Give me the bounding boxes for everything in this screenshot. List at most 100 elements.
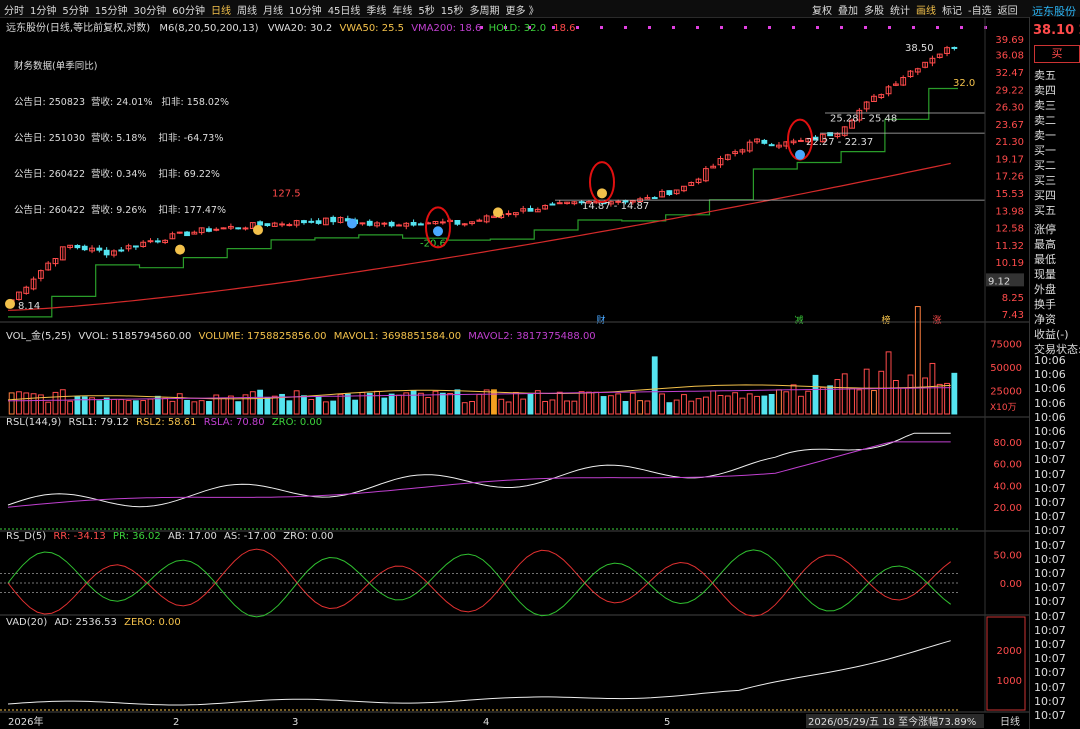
period-tab[interactable]: 30分钟 <box>133 6 166 17</box>
period-tab[interactable]: 15秒 <box>441 6 464 17</box>
tool-button[interactable]: 统计 <box>890 6 910 17</box>
time-entry: 10:07 <box>1034 567 1066 580</box>
period-tab[interactable]: 10分钟 <box>289 6 322 17</box>
period-tab[interactable]: 多周期 <box>470 6 500 17</box>
rsl-tick: 20.00 <box>993 503 1022 514</box>
period-tab[interactable]: 1分钟 <box>30 6 56 17</box>
footer-right-label: 日线 <box>1000 715 1020 728</box>
volume-bar <box>96 400 103 415</box>
volume-bar <box>659 393 665 415</box>
fin-title: 财务数据(单季同比) <box>14 61 98 72</box>
volume-bar <box>666 402 673 415</box>
hold-label: 32.0 <box>953 78 975 89</box>
vad-title: VAD(20) <box>6 617 48 628</box>
volume-bar <box>235 401 242 415</box>
rsl2-value: RSL2: 58.61 <box>136 417 197 428</box>
period-tab[interactable]: 分时 <box>4 6 24 17</box>
period-tab[interactable]: 日线 <box>211 6 231 17</box>
candle-body <box>279 223 285 226</box>
top-dot <box>576 26 579 29</box>
volume-bar <box>322 401 329 415</box>
volume-bar <box>498 398 505 415</box>
period-tab[interactable]: 15分钟 <box>95 6 128 17</box>
fin-row: 公告日: 260422 营收: 9.26% 扣非: 177.47% <box>14 205 226 216</box>
candle-body <box>330 216 337 223</box>
tool-button[interactable]: -自选 <box>968 6 992 17</box>
candle-body <box>556 202 563 205</box>
footer-label: 2026/05/29/五 18 至今涨幅73.89% <box>808 715 976 728</box>
mavol2-value: MAVOL2: 3817375488.00 <box>468 331 596 342</box>
price-box-label: 9.12 <box>988 276 1010 287</box>
buy-button[interactable]: 买 <box>1034 45 1080 63</box>
rsl2-line <box>7 441 951 508</box>
tool-button[interactable]: 标记 <box>942 6 962 17</box>
period-tab[interactable]: 5分钟 <box>62 6 88 17</box>
stat-label: 外盘 <box>1034 283 1056 296</box>
candle-body <box>184 231 190 237</box>
candle-body <box>366 220 373 226</box>
candle-body <box>242 227 249 230</box>
tool-button[interactable]: 画线 <box>916 6 936 17</box>
volume-bar <box>59 389 66 415</box>
dip-label: -20.6 <box>420 239 446 250</box>
volume-bar <box>914 306 921 415</box>
rsd-zro: ZRO: 0.00 <box>283 531 334 542</box>
hold-extra: 18.6 <box>553 23 576 34</box>
period-tab[interactable]: 60分钟 <box>172 6 205 17</box>
tool-button[interactable]: 多股 <box>864 6 884 17</box>
candle-body <box>301 220 307 224</box>
vad-tick: 2000 <box>997 646 1022 657</box>
period-tab[interactable]: 季线 <box>366 6 386 17</box>
time-entry: 10:07 <box>1034 652 1066 666</box>
fin-row: 公告日: 260422 营收: 0.34% 扣非: 69.22% <box>14 169 220 180</box>
rsd-title: RS_D(5) <box>6 531 47 542</box>
volume-bar <box>922 377 929 415</box>
period-tab[interactable]: 更多 》 <box>506 6 539 17</box>
period-tab[interactable]: 月线 <box>263 6 283 17</box>
price-tick: 32.47 <box>995 68 1024 79</box>
vol-tick: 25000 <box>990 387 1022 398</box>
volume-bar <box>308 398 315 415</box>
book-label: 卖一 <box>1034 129 1056 142</box>
price-tick: 13.98 <box>995 206 1024 217</box>
period-tab[interactable]: 年线 <box>392 6 412 17</box>
candle-body <box>147 240 154 243</box>
vvol-value: VVOL: 5185794560.00 <box>78 331 192 342</box>
volume-bar <box>739 397 746 415</box>
mavol2-line <box>7 387 951 402</box>
volume-bar <box>8 392 15 415</box>
volume-bar <box>746 393 753 415</box>
period-tab[interactable]: 周线 <box>237 6 257 17</box>
indicator-name: M6(8,20,50,200,13) <box>159 23 259 34</box>
ab-value: AB: 17.00 <box>167 531 217 542</box>
pr-value: PR: 36.02 <box>112 531 161 542</box>
volume-bar <box>147 398 154 415</box>
volume-bar <box>52 391 59 415</box>
fin-row: 公告日: 251030 营收: 5.18% 扣非: -64.73% <box>14 133 224 144</box>
x-axis-label: 2 <box>173 717 179 728</box>
rsd-tick: 50.00 <box>993 551 1022 562</box>
price-tick: 36.08 <box>995 51 1024 62</box>
volume-bar <box>600 396 607 415</box>
volume-bar <box>74 396 81 415</box>
time-entry: 10:07 <box>1034 609 1066 623</box>
rsl1-value: RSL1: 79.12 <box>68 417 129 428</box>
volume-bar <box>286 400 293 415</box>
tool-button[interactable]: 叠加 <box>838 6 858 17</box>
time-entry: 10:07 <box>1034 524 1066 538</box>
period-tab[interactable]: 5秒 <box>418 6 434 17</box>
volume-bar <box>162 397 169 415</box>
volume-bar <box>673 399 680 415</box>
event-marker: 减 <box>794 314 803 326</box>
volume-bar <box>191 401 198 415</box>
tool-button[interactable]: 返回 <box>998 6 1018 17</box>
period-tab[interactable]: 45日线 <box>328 6 361 17</box>
volume-bar <box>622 400 629 415</box>
vol-title: VOL_金(5,25) <box>6 331 72 342</box>
vol-unit: X10万 <box>990 403 1017 413</box>
volume-bar <box>885 351 892 415</box>
vol-legend: VOL_金(5,25) VVOL: 5185794560.00 VOLUME: … <box>6 327 596 342</box>
tool-button[interactable]: 复权 <box>812 6 832 17</box>
book-label: 卖四 <box>1034 84 1056 97</box>
volume-bar <box>512 391 519 415</box>
